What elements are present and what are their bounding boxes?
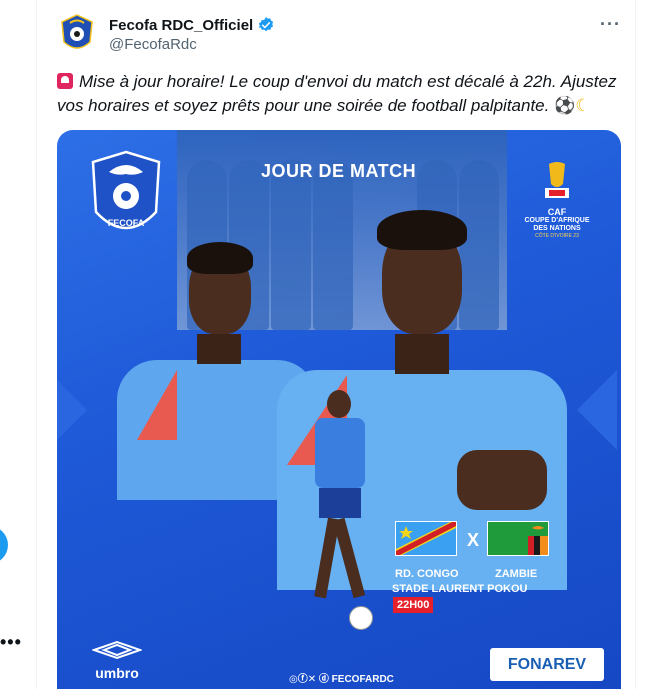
fecofa-text: FECOFA <box>108 218 145 228</box>
verified-badge-icon <box>259 17 274 32</box>
soccer-ball-icon: ⚽ <box>554 96 576 115</box>
drc-flag <box>395 521 457 556</box>
fonarev-logo: FONAREV <box>490 648 604 681</box>
poster-headline: JOUR DE MATCH <box>261 161 417 181</box>
umbro-logo: umbro <box>87 640 147 681</box>
team-home-label: RD. CONGO <box>395 568 459 580</box>
side-avatar[interactable] <box>0 526 8 564</box>
kickoff-time-badge: 22H00 <box>393 597 434 613</box>
author-name[interactable]: Fecofa RDC_Officiel <box>109 17 253 34</box>
zambia-flag <box>487 521 549 556</box>
player-dribbling <box>287 390 387 640</box>
versus-label: X <box>467 530 480 550</box>
football-icon <box>349 606 373 630</box>
umbro-text: umbro <box>95 665 139 681</box>
team-away-label: ZAMBIE <box>495 568 538 580</box>
author-handle[interactable]: @FecofaRdc <box>109 36 197 53</box>
match-poster-image[interactable]: JOUR DE MATCH FECOFA CAF COUPE D'AFRIQUE… <box>57 130 621 689</box>
crescent-moon-icon: ☾ <box>575 96 591 115</box>
more-options-icon[interactable]: ··· <box>600 14 621 35</box>
tweet-card: Fecofa RDC_Officiel @FecofaRdc ··· Mise … <box>36 0 636 689</box>
tweet-header: Fecofa RDC_Officiel @FecofaRdc ··· <box>57 14 621 58</box>
siren-icon <box>57 73 73 89</box>
fonarev-text: FONAREV <box>507 655 587 673</box>
tweet-body: Mise à jour horaire! Le coup d'envoi du … <box>57 70 622 118</box>
stadium-label: STADE LAURENT POKOU <box>392 583 528 595</box>
social-handles: ◎ⓕ✕ ⓓ FECOFARDC <box>289 670 394 685</box>
tweet-text: Mise à jour horaire! Le coup d'envoi du … <box>57 72 617 115</box>
author-avatar[interactable] <box>57 14 97 54</box>
more-icon[interactable]: ••• <box>0 632 22 653</box>
social-handle-text: FECOFARDC <box>331 674 394 685</box>
social-icons: ◎ⓕ✕ ⓓ <box>289 674 332 685</box>
